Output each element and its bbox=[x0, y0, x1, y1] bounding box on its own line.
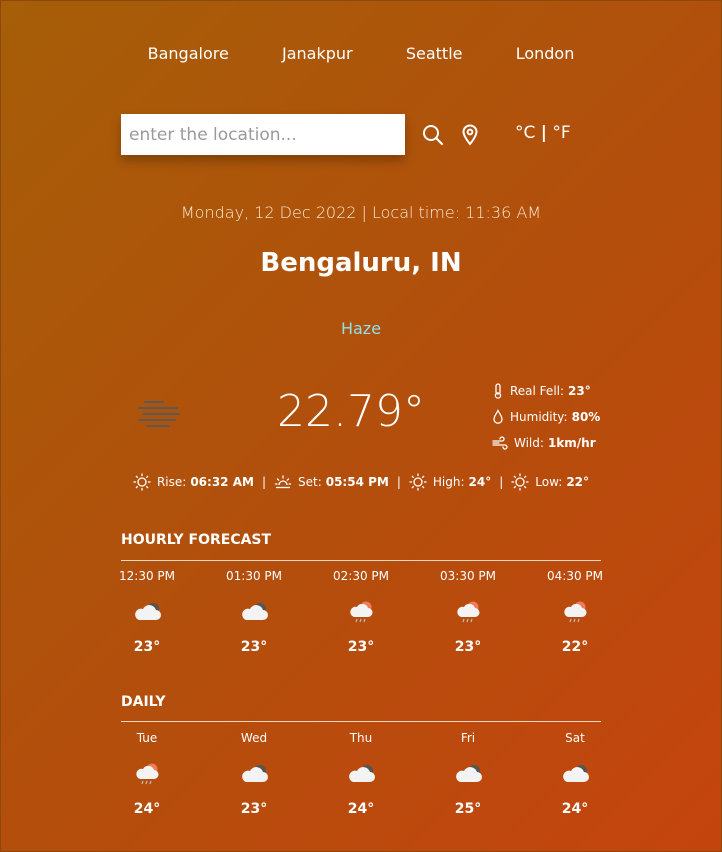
weather-condition: Haze bbox=[340, 319, 382, 338]
daily-forecast-label: Wed bbox=[240, 731, 268, 745]
hourly-forecast-temp: 23° bbox=[454, 639, 482, 655]
sunrise-value: 06:32 AM bbox=[190, 475, 254, 489]
cloudy-icon bbox=[344, 761, 378, 787]
hourly-forecast-item: 04:30 PM 22° bbox=[547, 569, 603, 655]
daily-forecast-item: Fri 25° bbox=[442, 731, 494, 817]
search-input[interactable] bbox=[121, 114, 405, 155]
separator: | bbox=[396, 475, 401, 489]
divider bbox=[121, 560, 601, 561]
hourly-forecast-label: 02:30 PM bbox=[333, 569, 389, 583]
city-link-london[interactable]: London bbox=[516, 44, 575, 63]
current-temperature: 22.79° bbox=[277, 386, 425, 437]
wind-row: Wild: 1km/hr bbox=[492, 430, 600, 456]
sunrise-label: Rise: bbox=[156, 475, 187, 489]
local-datetime: Monday, 12 Dec 2022 | Local time: 11:36 … bbox=[180, 203, 542, 222]
daily-forecast-title: DAILY bbox=[121, 694, 166, 710]
daily-forecast-label: Tue bbox=[136, 731, 158, 745]
thermometer-icon bbox=[494, 383, 502, 399]
daily-forecast-label: Thu bbox=[349, 731, 373, 745]
wind-label: Wild: bbox=[514, 436, 544, 450]
high-label: High: bbox=[432, 475, 465, 489]
fahrenheit-button[interactable]: °F bbox=[552, 123, 570, 143]
hourly-forecast-label: 01:30 PM bbox=[226, 569, 282, 583]
cloudy-icon bbox=[558, 761, 592, 787]
location-pin-icon[interactable] bbox=[458, 123, 482, 147]
hourly-forecast-label: 12:30 PM bbox=[119, 569, 175, 583]
hourly-forecast-item: 12:30 PM 23° bbox=[119, 569, 175, 655]
rain-sun-icon bbox=[451, 599, 485, 625]
daily-forecast-item: Tue 24° bbox=[121, 731, 173, 817]
city-link-seattle[interactable]: Seattle bbox=[406, 44, 463, 63]
sun-icon bbox=[409, 473, 427, 491]
high-value: 24° bbox=[468, 475, 492, 489]
daily-forecast-label: Sat bbox=[565, 731, 585, 745]
low-value: 22° bbox=[566, 475, 590, 489]
hourly-forecast-item: 01:30 PM 23° bbox=[226, 569, 282, 655]
droplet-icon bbox=[493, 409, 503, 424]
search-bar: °C | °F bbox=[121, 114, 601, 155]
daily-forecast-label: Fri bbox=[460, 731, 476, 745]
unit-separator: | bbox=[540, 123, 547, 143]
unit-toggle: °C | °F bbox=[515, 123, 571, 143]
real-feel-value: 23° bbox=[568, 384, 591, 398]
humidity-value: 80% bbox=[571, 410, 601, 424]
wind-value: 1km/hr bbox=[547, 436, 596, 450]
rain-sun-icon bbox=[558, 599, 592, 625]
daily-forecast-item: Wed 23° bbox=[228, 731, 280, 817]
divider bbox=[121, 721, 601, 722]
low-label: Low: bbox=[535, 475, 563, 489]
sunrise-item: Rise: 06:32 AM bbox=[133, 473, 254, 491]
celsius-button[interactable]: °C bbox=[515, 123, 535, 143]
city-link-bangalore[interactable]: Bangalore bbox=[148, 44, 229, 63]
sunset-value: 05:54 PM bbox=[325, 475, 389, 489]
cloudy-icon bbox=[237, 599, 271, 625]
daily-forecast-temp: 25° bbox=[454, 801, 482, 817]
cloudy-icon bbox=[451, 761, 485, 787]
hourly-forecast-item: 03:30 PM 23° bbox=[440, 569, 496, 655]
hourly-forecast-label: 03:30 PM bbox=[440, 569, 496, 583]
cloudy-icon bbox=[237, 761, 271, 787]
hourly-forecast-temp: 23° bbox=[133, 639, 161, 655]
current-details: Real Fell: 23° Humidity: 80% Wild: 1km/h… bbox=[492, 378, 600, 456]
separator: | bbox=[499, 475, 504, 489]
hourly-forecast-list: 12:30 PM 23° 01:30 PM 23° 02:30 PM 23° 03:30 P… bbox=[119, 569, 603, 655]
hourly-forecast-temp: 23° bbox=[347, 639, 375, 655]
sun-icon bbox=[511, 473, 529, 491]
hourly-forecast-temp: 23° bbox=[240, 639, 268, 655]
sunset-icon bbox=[274, 475, 292, 489]
humidity-label: Humidity: bbox=[510, 410, 568, 424]
sunset-item: Set: 05:54 PM bbox=[274, 473, 389, 491]
daily-forecast-temp: 24° bbox=[133, 801, 161, 817]
daily-forecast-list: Tue 24° Wed 23° Thu 24° Fri 25° Sat 24° bbox=[121, 731, 601, 817]
hourly-forecast-temp: 22° bbox=[561, 639, 589, 655]
sun-info-row: Rise: 06:32 AM | Set: 05:54 PM | High: 2… bbox=[0, 473, 722, 491]
city-link-janakpur[interactable]: Janakpur bbox=[282, 44, 353, 63]
daily-forecast-temp: 24° bbox=[347, 801, 375, 817]
real-feel-label: Real Fell: bbox=[510, 384, 565, 398]
separator: | bbox=[261, 475, 266, 489]
city-name: Bengaluru, IN bbox=[260, 248, 462, 278]
rain-sun-icon bbox=[130, 761, 164, 787]
hourly-forecast-item: 02:30 PM 23° bbox=[333, 569, 389, 655]
daily-forecast-temp: 24° bbox=[561, 801, 589, 817]
low-item: Low: 22° bbox=[511, 473, 589, 491]
search-icon[interactable] bbox=[421, 123, 445, 147]
hourly-forecast-title: HOURLY FORECAST bbox=[121, 532, 272, 548]
daily-forecast-item: Thu 24° bbox=[335, 731, 387, 817]
cloudy-icon bbox=[130, 599, 164, 625]
real-feel-row: Real Fell: 23° bbox=[492, 378, 600, 404]
rain-sun-icon bbox=[344, 599, 378, 625]
humidity-row: Humidity: 80% bbox=[492, 404, 600, 430]
sunset-label: Set: bbox=[297, 475, 322, 489]
high-item: High: 24° bbox=[409, 473, 491, 491]
haze-icon bbox=[137, 398, 181, 430]
sun-icon bbox=[133, 473, 151, 491]
city-quick-links: Bangalore Janakpur Seattle London bbox=[121, 44, 601, 63]
hourly-forecast-label: 04:30 PM bbox=[547, 569, 603, 583]
daily-forecast-temp: 23° bbox=[240, 801, 268, 817]
daily-forecast-item: Sat 24° bbox=[549, 731, 601, 817]
wind-icon bbox=[492, 436, 508, 450]
